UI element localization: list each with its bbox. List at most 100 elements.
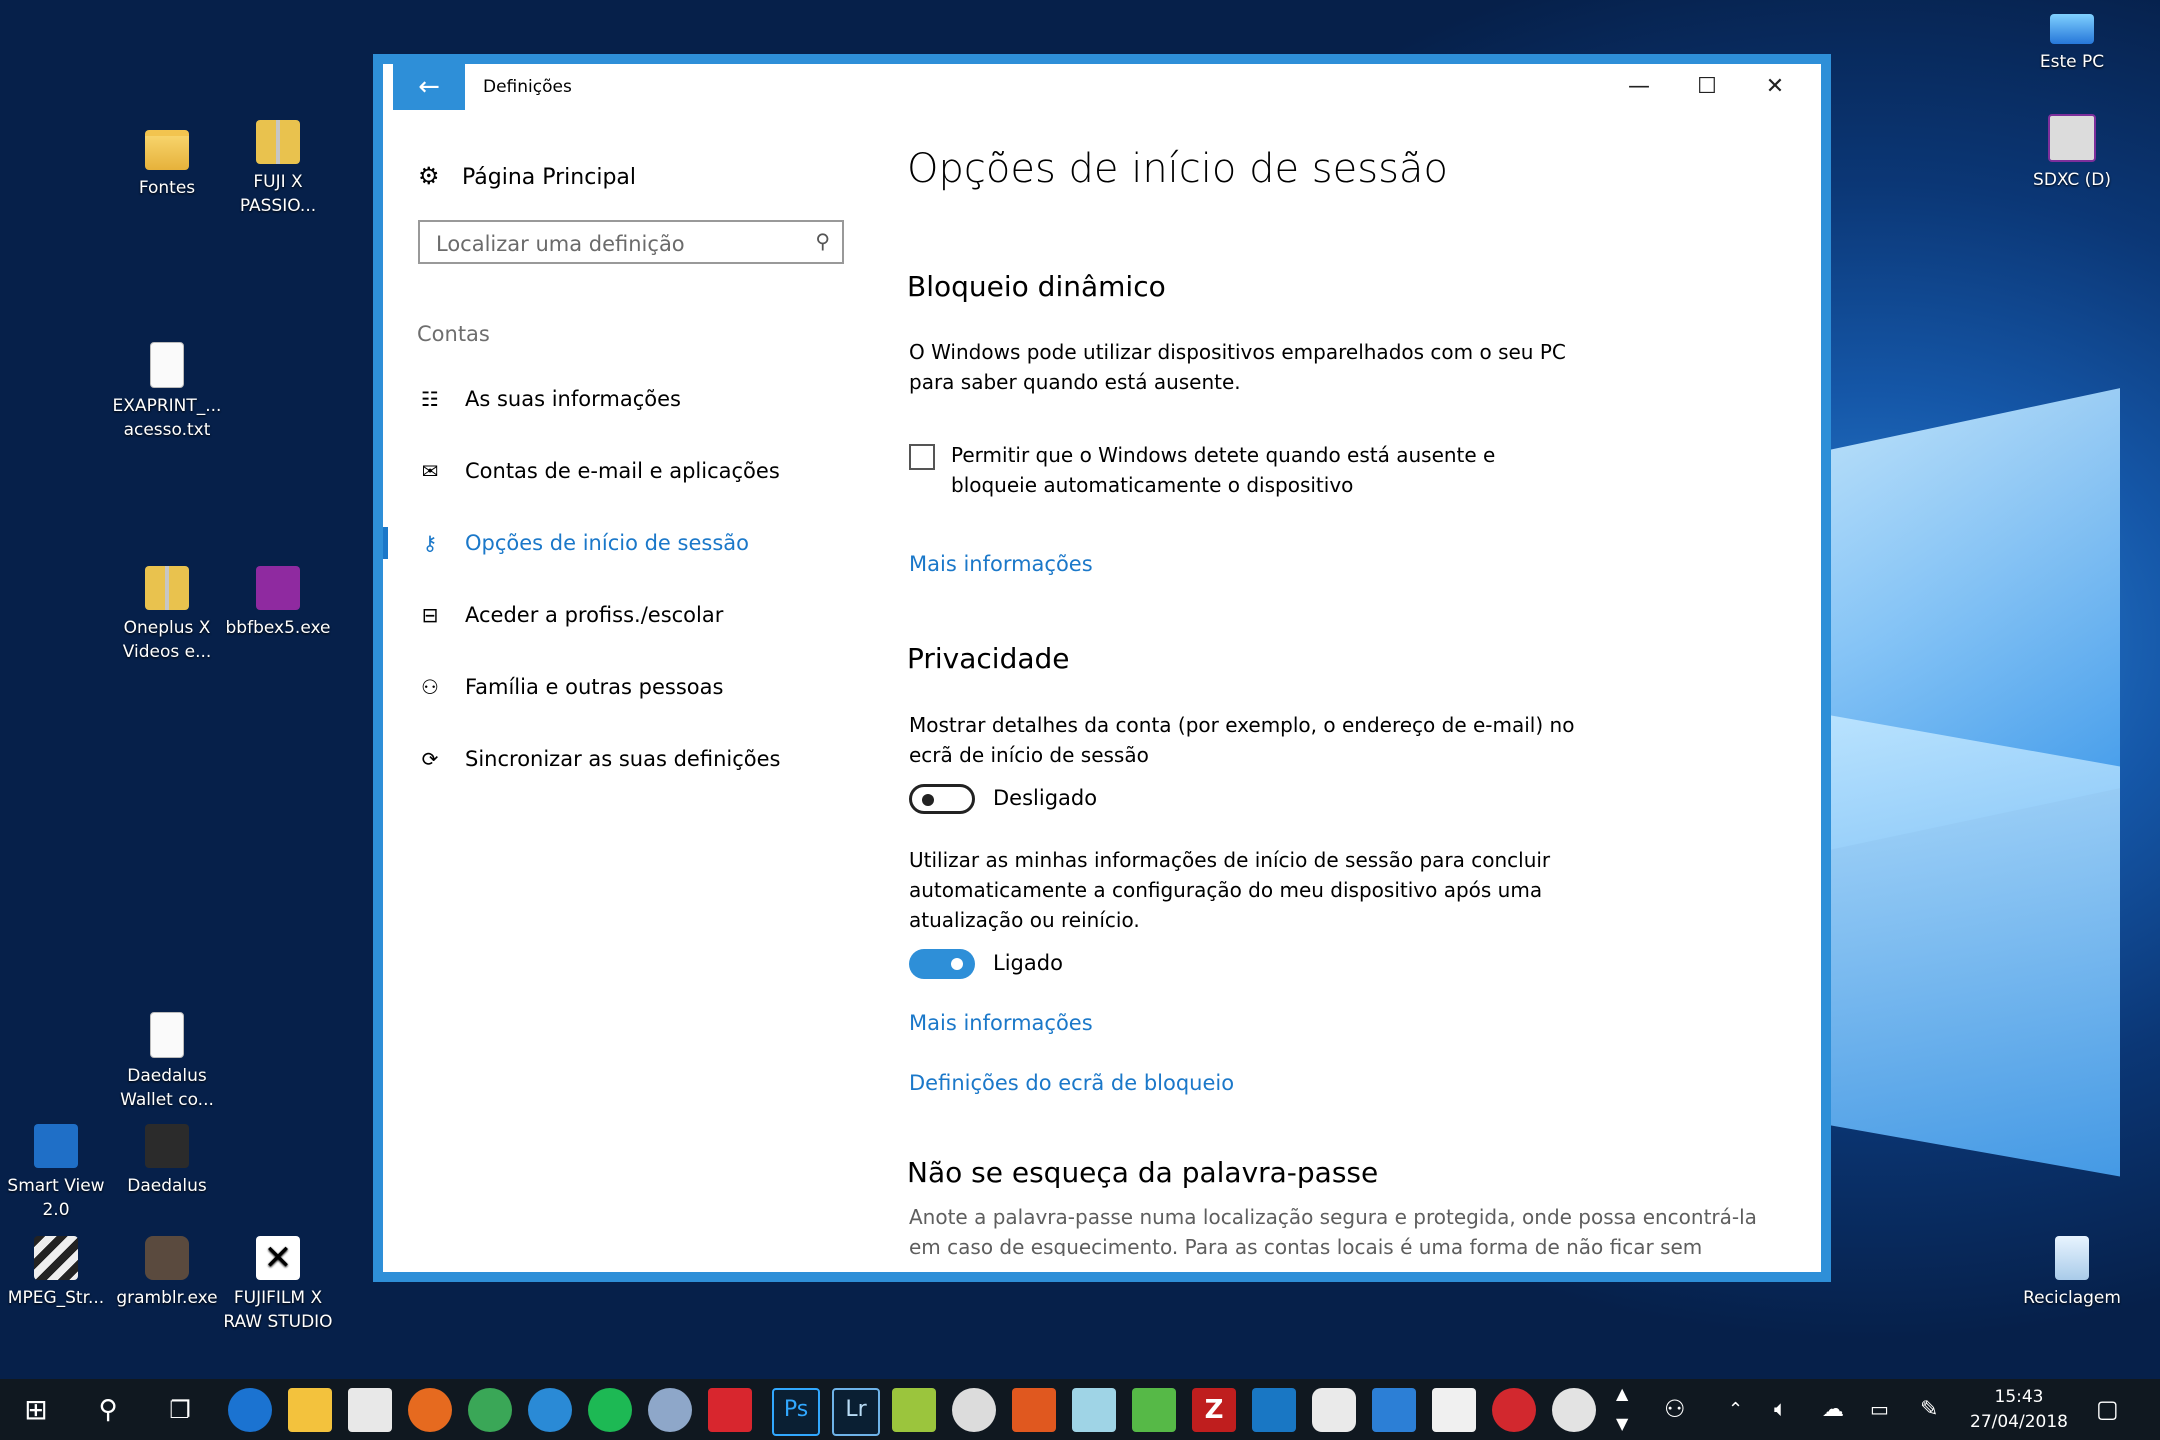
back-arrow-icon: ← [418,72,440,102]
desktop-icon-exaprint[interactable]: EXAPRINT_... acesso.txt [105,342,229,442]
zip-folder-icon [145,566,189,610]
filezilla-icon[interactable]: Z [1192,1388,1236,1432]
close-button[interactable]: ✕ [1741,64,1809,110]
text-file-icon [150,342,184,388]
nav-item-email-accounts[interactable]: ✉ Contas de e-mail e aplicações [383,443,853,499]
gear-icon: ⚙ [418,162,440,190]
toggle-knob [922,794,934,806]
photoshop-icon[interactable]: Ps [772,1388,820,1436]
ccleaner-icon[interactable] [1552,1388,1596,1432]
battery-icon[interactable]: ▭ [1870,1379,1889,1440]
taskbar-scroll-buttons[interactable]: ▲ ▼ [1616,1379,1628,1439]
desktop-icon-reciclagem[interactable]: Reciclagem [2010,1236,2134,1310]
privacy-more-info-link[interactable]: Mais informações [909,1011,1093,1035]
mail-icon[interactable] [1432,1388,1476,1432]
desktop-icon-este-pc[interactable]: Este PC [2010,2,2134,74]
desktop-icon-mpeg[interactable]: MPEG_Str... [0,1236,118,1310]
dynamic-lock-checkbox-label[interactable]: Permitir que o Windows detete quando est… [951,440,1551,500]
firefox-icon[interactable] [408,1388,452,1432]
onedrive-icon[interactable] [1312,1388,1356,1432]
desktop-icon-daedalus[interactable]: Daedalus [105,1124,229,1198]
lock-screen-settings-link[interactable]: Definições do ecrã de bloqueio [909,1071,1234,1095]
key-icon: ⚷ [422,531,438,555]
clock[interactable]: 15:43 27/04/2018 [1954,1385,2084,1435]
app-icon[interactable] [1372,1388,1416,1432]
use-signin-toggle[interactable] [909,949,975,979]
desktop-icon-fuji-passio[interactable]: FUJI X PASSIO... [216,120,340,218]
nav-item-sign-in-options[interactable]: ⚷ Opções de início de sessão [383,515,853,571]
app-icon[interactable] [1072,1388,1116,1432]
desktop-icon-sdxc[interactable]: SDXC (D) [2010,114,2134,192]
chrome-icon[interactable] [468,1388,512,1432]
nav-item-family[interactable]: ⚇ Família e outras pessoas [383,659,853,715]
windows-start-icon[interactable]: ⊞ [14,1389,58,1431]
edge-icon[interactable] [228,1388,272,1432]
sd-card-icon [2048,114,2096,162]
back-button[interactable]: ← [393,64,465,110]
desktop-icon-oneplus[interactable]: Oneplus X Videos e... [105,566,229,664]
pen-icon[interactable]: ✎ [1920,1379,1938,1440]
thunderbird-icon[interactable] [528,1388,572,1432]
nav-item-your-info[interactable]: ☷ As suas informações [383,371,853,427]
app-icon[interactable] [892,1388,936,1432]
app-icon [256,566,300,610]
section-label: Contas [417,322,490,346]
desktop-icon-bbfbex5[interactable]: bbfbex5.exe [216,566,340,640]
dynamic-lock-heading: Bloqueio dinâmico [907,270,1166,303]
search-input[interactable] [434,228,798,260]
search-icon[interactable]: ⚲ [86,1389,130,1431]
app-icon[interactable] [1492,1388,1536,1432]
title-bar: ← Definições — ☐ ✕ [383,64,1821,110]
user-card-icon: ☷ [421,387,439,411]
nav-label: Família e outras pessoas [465,675,724,699]
maximize-button[interactable]: ☐ [1673,64,1741,110]
app-icon[interactable] [1132,1388,1176,1432]
clock-date: 27/04/2018 [1970,1412,2068,1432]
maximize-icon: ☐ [1697,74,1717,99]
file-explorer-icon[interactable] [288,1388,332,1432]
show-details-toggle[interactable] [909,784,975,814]
chevron-up-icon[interactable]: ⌃ [1728,1379,1743,1440]
desktop-icon-fujifilm-raw[interactable]: ✕ FUJIFILM X RAW STUDIO [216,1236,340,1334]
task-view-icon[interactable]: ❐ [158,1389,202,1431]
pdf-icon[interactable] [1012,1388,1056,1432]
computer-icon [2050,14,2094,44]
nav-item-work-school[interactable]: ⊟ Aceder a profiss./escolar [383,587,853,643]
mail-icon: ✉ [421,459,439,483]
desktop-icon-daedalus-wallet[interactable]: Daedalus Wallet co... [105,1012,229,1112]
spotify-icon[interactable] [588,1388,632,1432]
store-icon[interactable] [348,1388,392,1432]
notifications-icon[interactable]: ▢ [2096,1379,2119,1440]
app-icon[interactable] [952,1388,996,1432]
taskbar: ⊞ ⚲ ❐ Ps Lr Z ▲ ▼ ⚇ ⌃ 🔈︎ ☁ ▭ ✎ 15:43 27/0… [0,1379,2160,1440]
nav-item-sync[interactable]: ⟳ Sincronizar as suas definições [383,731,853,787]
people-icon[interactable]: ⚇ [1664,1379,1686,1440]
show-details-text: Mostrar detalhes da conta (por exemplo, … [909,713,1575,767]
search-box[interactable]: ⚲ [418,220,844,264]
app-icon[interactable] [648,1388,692,1432]
clock-time: 15:43 [1994,1387,2044,1407]
app-icon[interactable] [1252,1388,1296,1432]
clapperboard-icon [34,1236,78,1280]
nav-label: Opções de início de sessão [465,531,749,555]
dynamic-lock-description: O Windows pode utilizar dispositivos emp… [909,340,1566,394]
window-title: Definições [483,77,572,97]
creative-cloud-icon[interactable] [708,1388,752,1432]
onedrive-tray-icon[interactable]: ☁ [1822,1379,1844,1440]
nav-label: Contas de e-mail e aplicações [465,459,780,483]
dynamic-lock-checkbox[interactable] [909,444,935,470]
minimize-button[interactable]: — [1605,64,1673,110]
text-file-icon [150,1012,184,1058]
lightroom-icon[interactable]: Lr [832,1388,880,1436]
desktop-icon-label: SDXC (D) [2033,170,2111,190]
settings-window: ← Definições — ☐ ✕ ⚙ Página Principal ⚲ C… [373,54,1831,1282]
volume-icon[interactable]: 🔈︎ [1774,1379,1787,1440]
desktop-icon-smart-view[interactable]: Smart View 2.0 [0,1124,118,1222]
dynamic-lock-more-info-link[interactable]: Mais informações [909,552,1093,576]
home-link[interactable]: ⚙ Página Principal [418,154,636,198]
desktop-icon-fontes[interactable]: Fontes [105,120,229,200]
search-icon[interactable]: ⚲ [815,229,830,253]
desktop-icon-gramblr[interactable]: gramblr.exe [105,1236,229,1310]
app-icon [145,1124,189,1168]
desktop-icon-label: Smart View 2.0 [7,1176,105,1220]
